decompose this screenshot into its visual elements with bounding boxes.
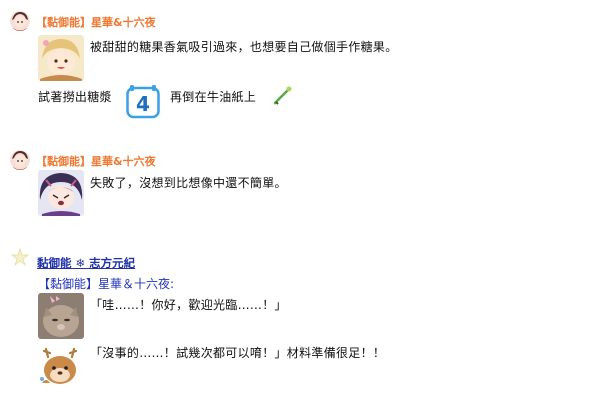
post-message: 被甜甜的糖果香氣吸引過來，也想要自己做個手作糖果。 [90,40,398,54]
post-nickname[interactable]: 【黏御能】星華&十六夜 [36,153,156,169]
post-message: 再倒在牛油紙上 [170,90,257,104]
character-sticker [38,35,84,81]
cat-photo [38,293,84,339]
user-avatar[interactable] [10,150,30,170]
dice-icon: 4 [126,83,160,119]
reply-author[interactable]: 黏御能 ❄ 志方元紀 [37,255,135,271]
post-nickname[interactable]: 【黏御能】星華&十六夜 [36,14,156,30]
dice-value: 4 [136,92,150,116]
user-avatar[interactable] [10,11,30,31]
reply-message: 「哇……！你好，歡迎光臨……！」 [90,298,287,312]
reply-message: 「沒事的……！試幾次都可以唷！」材料準備很足！！ [90,346,386,360]
character-sticker [38,170,84,216]
quoted-name: 【黏御能】星華＆十六夜: [38,277,175,291]
wand-icon [272,84,294,106]
author-icon [10,247,30,267]
post-message: 試著撈出糖漿 [38,90,112,104]
deer-sticker [36,345,84,391]
post-message: 失敗了，沒想到比想像中還不簡單。 [90,176,287,190]
